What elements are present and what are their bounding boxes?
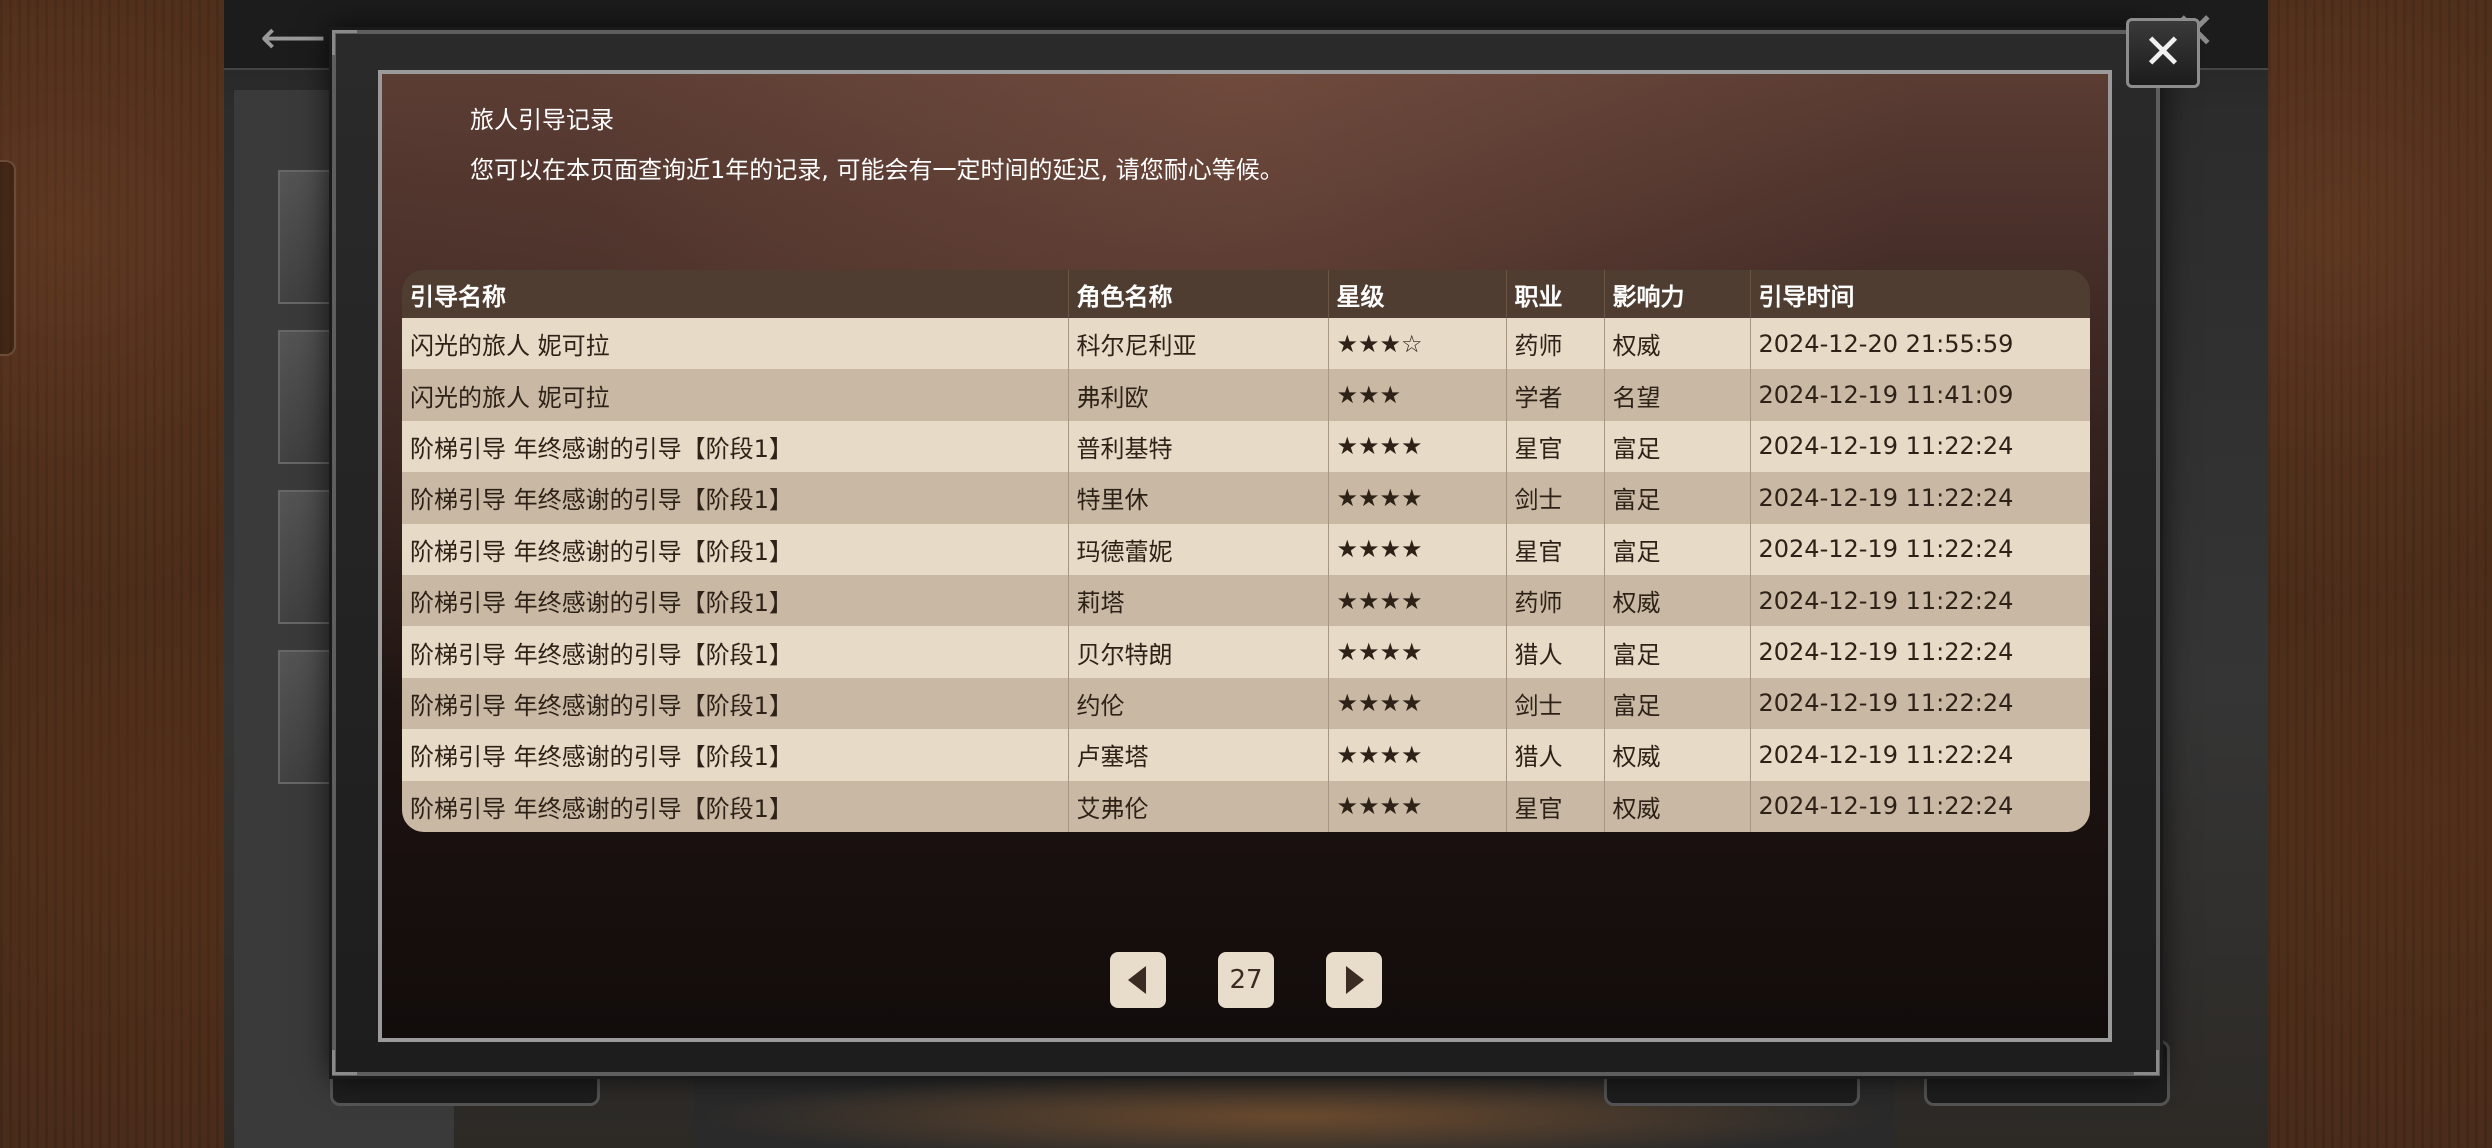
cell-stars: ★★★ xyxy=(1328,369,1507,421)
cell-guide-name: 闪光的旅人 妮可拉 xyxy=(402,369,1069,421)
cell-time: 2024-12-19 11:22:24 xyxy=(1750,677,2090,730)
table-row: 阶梯引导 年终感谢的引导【阶段1】 玛德蕾妮 ★★★★ 星官 富足 2024-1… xyxy=(402,523,2090,575)
cell-stars: ★★★★ xyxy=(1328,729,1507,781)
cell-influence: 富足 xyxy=(1604,472,1751,524)
table-row: 阶梯引导 年终感谢的引导【阶段1】 贝尔特朗 ★★★★ 猎人 富足 2024-1… xyxy=(402,626,2090,678)
cell-stars: ★★★★ xyxy=(1328,420,1507,473)
cell-time: 2024-12-19 11:22:24 xyxy=(1750,472,2090,524)
cell-stars: ★★★★ xyxy=(1328,677,1507,730)
left-background xyxy=(0,0,224,1148)
cell-guide-name: 阶梯引导 年终感谢的引导【阶段1】 xyxy=(402,472,1069,524)
cell-guide-name: 阶梯引导 年终感谢的引导【阶段1】 xyxy=(402,626,1069,678)
cell-character-name: 莉塔 xyxy=(1068,574,1329,627)
back-arrow-icon[interactable]: ⟵ xyxy=(260,10,326,64)
next-page-button[interactable] xyxy=(1326,952,1382,1008)
close-icon: ✕ xyxy=(2142,24,2184,80)
cell-job: 剑士 xyxy=(1506,677,1605,730)
cell-influence: 权威 xyxy=(1604,318,1751,370)
cell-stars: ★★★☆ xyxy=(1328,318,1507,370)
table-row: 阶梯引导 年终感谢的引导【阶段1】 普利基特 ★★★★ 星官 富足 2024-1… xyxy=(402,420,2090,473)
right-background xyxy=(2268,0,2492,1148)
dialog-title: 旅人引导记录 xyxy=(470,106,614,134)
table-row: 阶梯引导 年终感谢的引导【阶段1】 艾弗伦 ★★★★ 星官 权威 2024-12… xyxy=(402,780,2090,832)
side-tab xyxy=(0,160,16,356)
cell-job: 星官 xyxy=(1506,420,1605,473)
cell-time: 2024-12-19 11:22:24 xyxy=(1750,523,2090,575)
table-row: 阶梯引导 年终感谢的引导【阶段1】 卢塞塔 ★★★★ 猎人 权威 2024-12… xyxy=(402,729,2090,781)
column-header-character-name: 角色名称 xyxy=(1068,270,1329,318)
cell-guide-name: 阶梯引导 年终感谢的引导【阶段1】 xyxy=(402,523,1069,575)
cell-guide-name: 阶梯引导 年终感谢的引导【阶段1】 xyxy=(402,420,1069,473)
cell-stars: ★★★★ xyxy=(1328,780,1507,832)
cell-character-name: 科尔尼利亚 xyxy=(1068,318,1329,370)
cell-guide-name: 阶梯引导 年终感谢的引导【阶段1】 xyxy=(402,677,1069,730)
cell-influence: 富足 xyxy=(1604,420,1751,473)
cell-character-name: 艾弗伦 xyxy=(1068,780,1329,832)
frame-corner xyxy=(332,30,357,55)
cell-job: 学者 xyxy=(1506,369,1605,421)
cell-time: 2024-12-19 11:22:24 xyxy=(1750,626,2090,678)
table-row: 阶梯引导 年终感谢的引导【阶段1】 莉塔 ★★★★ 药师 权威 2024-12-… xyxy=(402,574,2090,627)
cell-character-name: 特里休 xyxy=(1068,472,1329,524)
cell-time: 2024-12-19 11:41:09 xyxy=(1750,369,2090,421)
cell-job: 星官 xyxy=(1506,780,1605,832)
cell-time: 2024-12-19 11:22:24 xyxy=(1750,420,2090,473)
cell-influence: 富足 xyxy=(1604,523,1751,575)
prev-page-button[interactable] xyxy=(1110,952,1166,1008)
cell-job: 星官 xyxy=(1506,523,1605,575)
cell-job: 猎人 xyxy=(1506,626,1605,678)
cell-character-name: 玛德蕾妮 xyxy=(1068,523,1329,575)
cell-time: 2024-12-19 11:22:24 xyxy=(1750,574,2090,627)
frame-corner xyxy=(332,1050,357,1075)
cell-guide-name: 阶梯引导 年终感谢的引导【阶段1】 xyxy=(402,574,1069,627)
cell-character-name: 卢塞塔 xyxy=(1068,729,1329,781)
table-header-row: 引导名称 角色名称 星级 职业 影响力 引导时间 xyxy=(402,270,2090,318)
table-row: 阶梯引导 年终感谢的引导【阶段1】 约伦 ★★★★ 剑士 富足 2024-12-… xyxy=(402,677,2090,730)
cell-influence: 权威 xyxy=(1604,574,1751,627)
cell-time: 2024-12-19 11:22:24 xyxy=(1750,780,2090,832)
column-header-influence: 影响力 xyxy=(1604,270,1751,318)
cell-character-name: 贝尔特朗 xyxy=(1068,626,1329,678)
cell-guide-name: 阶梯引导 年终感谢的引导【阶段1】 xyxy=(402,729,1069,781)
cell-stars: ★★★★ xyxy=(1328,626,1507,678)
page-number: 27 xyxy=(1218,952,1274,1008)
cell-character-name: 约伦 xyxy=(1068,677,1329,730)
cell-influence: 权威 xyxy=(1604,780,1751,832)
table-row: 闪光的旅人 妮可拉 弗利欧 ★★★ 学者 名望 2024-12-19 11:41… xyxy=(402,369,2090,421)
triangle-left-icon xyxy=(1128,966,1146,994)
cell-influence: 名望 xyxy=(1604,369,1751,421)
table-row: 闪光的旅人 妮可拉 科尔尼利亚 ★★★☆ 药师 权威 2024-12-20 21… xyxy=(402,318,2090,370)
cell-stars: ★★★★ xyxy=(1328,523,1507,575)
column-header-guide-name: 引导名称 xyxy=(402,270,1069,318)
column-header-time: 引导时间 xyxy=(1750,270,2090,318)
cell-influence: 权威 xyxy=(1604,729,1751,781)
cell-job: 剑士 xyxy=(1506,472,1605,524)
frame-corner xyxy=(2134,1050,2159,1075)
record-table: 引导名称 角色名称 星级 职业 影响力 引导时间 闪光的旅人 妮可拉 科尔尼利亚… xyxy=(402,270,2090,832)
cell-time: 2024-12-19 11:22:24 xyxy=(1750,729,2090,781)
table-row: 阶梯引导 年终感谢的引导【阶段1】 特里休 ★★★★ 剑士 富足 2024-12… xyxy=(402,472,2090,524)
cell-influence: 富足 xyxy=(1604,677,1751,730)
cell-stars: ★★★★ xyxy=(1328,574,1507,627)
cell-influence: 富足 xyxy=(1604,626,1751,678)
cell-guide-name: 阶梯引导 年终感谢的引导【阶段1】 xyxy=(402,780,1069,832)
column-header-job: 职业 xyxy=(1506,270,1605,318)
cell-job: 药师 xyxy=(1506,574,1605,627)
cell-job: 猎人 xyxy=(1506,729,1605,781)
cell-job: 药师 xyxy=(1506,318,1605,370)
cell-time: 2024-12-20 21:55:59 xyxy=(1750,318,2090,370)
cell-character-name: 普利基特 xyxy=(1068,420,1329,473)
cell-guide-name: 闪光的旅人 妮可拉 xyxy=(402,318,1069,370)
cell-character-name: 弗利欧 xyxy=(1068,369,1329,421)
cell-stars: ★★★★ xyxy=(1328,472,1507,524)
triangle-right-icon xyxy=(1346,966,1364,994)
dialog-subtitle: 您可以在本页面查询近1年的记录, 可能会有一定时间的延迟, 请您耐心等候。 xyxy=(470,156,1284,184)
column-header-stars: 星级 xyxy=(1328,270,1507,318)
close-button[interactable]: ✕ xyxy=(2126,18,2200,88)
